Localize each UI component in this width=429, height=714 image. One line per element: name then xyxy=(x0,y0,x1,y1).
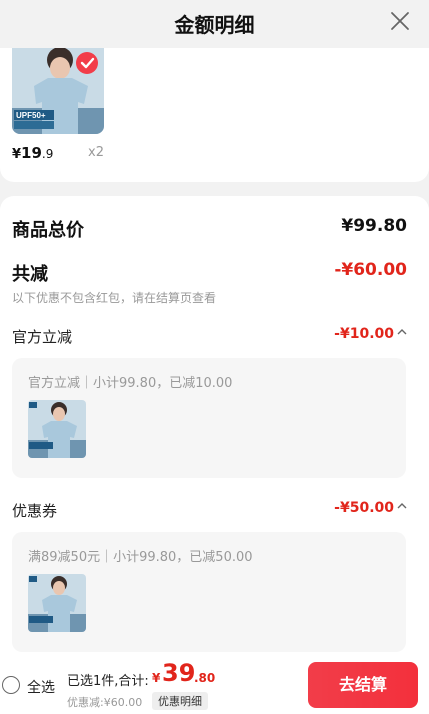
unit-price: ¥19.9 xyxy=(12,144,53,162)
coupon-row[interactable]: 优惠券 -¥50.00 xyxy=(12,500,407,521)
official-discount-amount: -¥10.00 xyxy=(334,326,394,342)
total-decimal: .80 xyxy=(194,671,216,685)
coupon-amount: -¥50.00 xyxy=(334,500,394,516)
discount-detail-button[interactable]: 优惠明细 xyxy=(152,692,208,710)
coupon-value[interactable]: -¥50.00 xyxy=(334,500,407,516)
official-discount-detail: 官方立减｜小计99.80，已减10.00 xyxy=(12,358,406,478)
price-currency: ¥ xyxy=(12,147,22,162)
svg-text:UPF50+: UPF50+ xyxy=(16,111,46,120)
total-currency: ¥ xyxy=(152,671,161,685)
coupon-desc: 满89减50元｜小计99.80，已减50.00 xyxy=(28,550,253,565)
official-discount-label: 官方立减 xyxy=(12,328,73,346)
goods-total-label: 商品总价 xyxy=(12,220,84,241)
product-card: UPF50+ ¥19.9 x2 xyxy=(0,48,429,182)
price-integer: 19 xyxy=(21,144,42,162)
total-reduction-value: -¥60.00 xyxy=(334,260,407,280)
coupon-label: 优惠券 xyxy=(12,502,58,520)
total-reduction-row: 共减 -¥60.00 xyxy=(12,260,407,286)
price-decimal: .9 xyxy=(41,147,54,161)
official-discount-row[interactable]: 官方立减 -¥10.00 xyxy=(12,326,407,347)
total-reduction-label: 共减 xyxy=(12,264,48,285)
checkout-bar: 全选 已选1件,合计: ¥ 39 .80 优惠减:¥60.00 优惠明细 去结算 xyxy=(0,656,429,714)
product-thumbnail xyxy=(28,574,86,632)
coupon-detail: 满89减50元｜小计99.80，已减50.00 xyxy=(12,532,406,652)
amount-details-card: 商品总价 ¥99.80 共减 -¥60.00 以下优惠不包含红包，请在结算页查看… xyxy=(0,196,429,666)
official-discount-desc: 官方立减｜小计99.80，已减10.00 xyxy=(28,376,233,391)
selected-count: 已选1件,合计: xyxy=(67,674,149,689)
total-integer: 39 xyxy=(162,659,196,687)
select-all-radio[interactable] xyxy=(2,676,20,694)
goods-total-value: ¥99.80 xyxy=(341,216,407,236)
chevron-up-icon xyxy=(397,327,407,337)
official-discount-value[interactable]: -¥10.00 xyxy=(334,326,407,342)
checkout-button[interactable]: 去结算 xyxy=(308,662,418,708)
select-all-label[interactable]: 全选 xyxy=(27,677,55,697)
product-thumbnail xyxy=(28,400,86,458)
quantity: x2 xyxy=(88,145,104,160)
check-icon[interactable] xyxy=(76,52,98,74)
goods-total-row: 商品总价 ¥99.80 xyxy=(12,216,407,242)
reduction-note: 以下优惠不包含红包，请在结算页查看 xyxy=(12,291,217,305)
header: 金额明细 xyxy=(0,0,429,48)
discount-text: 优惠减:¥60.00 xyxy=(67,696,143,709)
close-icon[interactable] xyxy=(389,10,411,32)
page-title: 金额明细 xyxy=(174,13,255,37)
chevron-up-icon xyxy=(397,501,407,511)
